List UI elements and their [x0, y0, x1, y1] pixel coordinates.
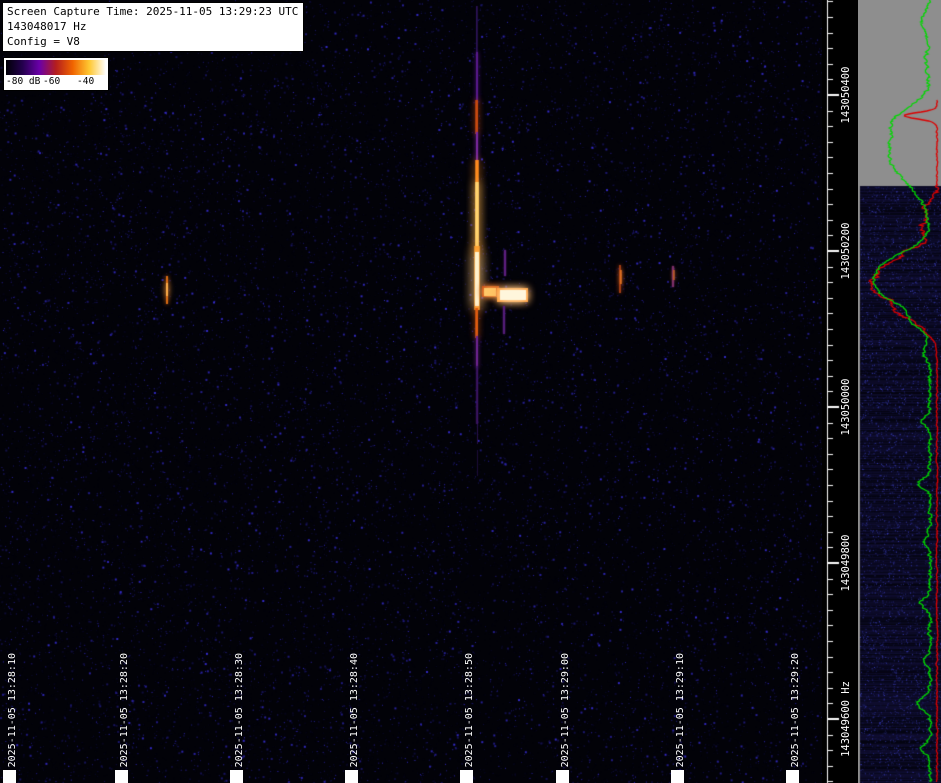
center-frequency-text: 143048017 Hz [7, 20, 87, 33]
legend-min-label: -80 dB [6, 76, 41, 87]
legend-labels: -80 dB -60 -40 [6, 75, 106, 88]
colormap-gradient-bar [6, 60, 106, 75]
frequency-ruler [822, 0, 858, 783]
spectrogram-screen: Screen Capture Time: 2025-11-05 13:29:23… [0, 0, 941, 783]
legend-max-label: -40 [77, 76, 95, 87]
spectrum-amplitude-panel [858, 0, 941, 783]
legend-mid-label: -60 [43, 76, 61, 87]
capture-info-box: Screen Capture Time: 2025-11-05 13:29:23… [2, 2, 305, 52]
waterfall-spectrogram [0, 0, 822, 783]
intensity-legend: -80 dB -60 -40 [3, 57, 109, 91]
capture-time-text: Screen Capture Time: 2025-11-05 13:29:23… [7, 5, 299, 18]
config-text: Config = V8 [7, 35, 80, 48]
